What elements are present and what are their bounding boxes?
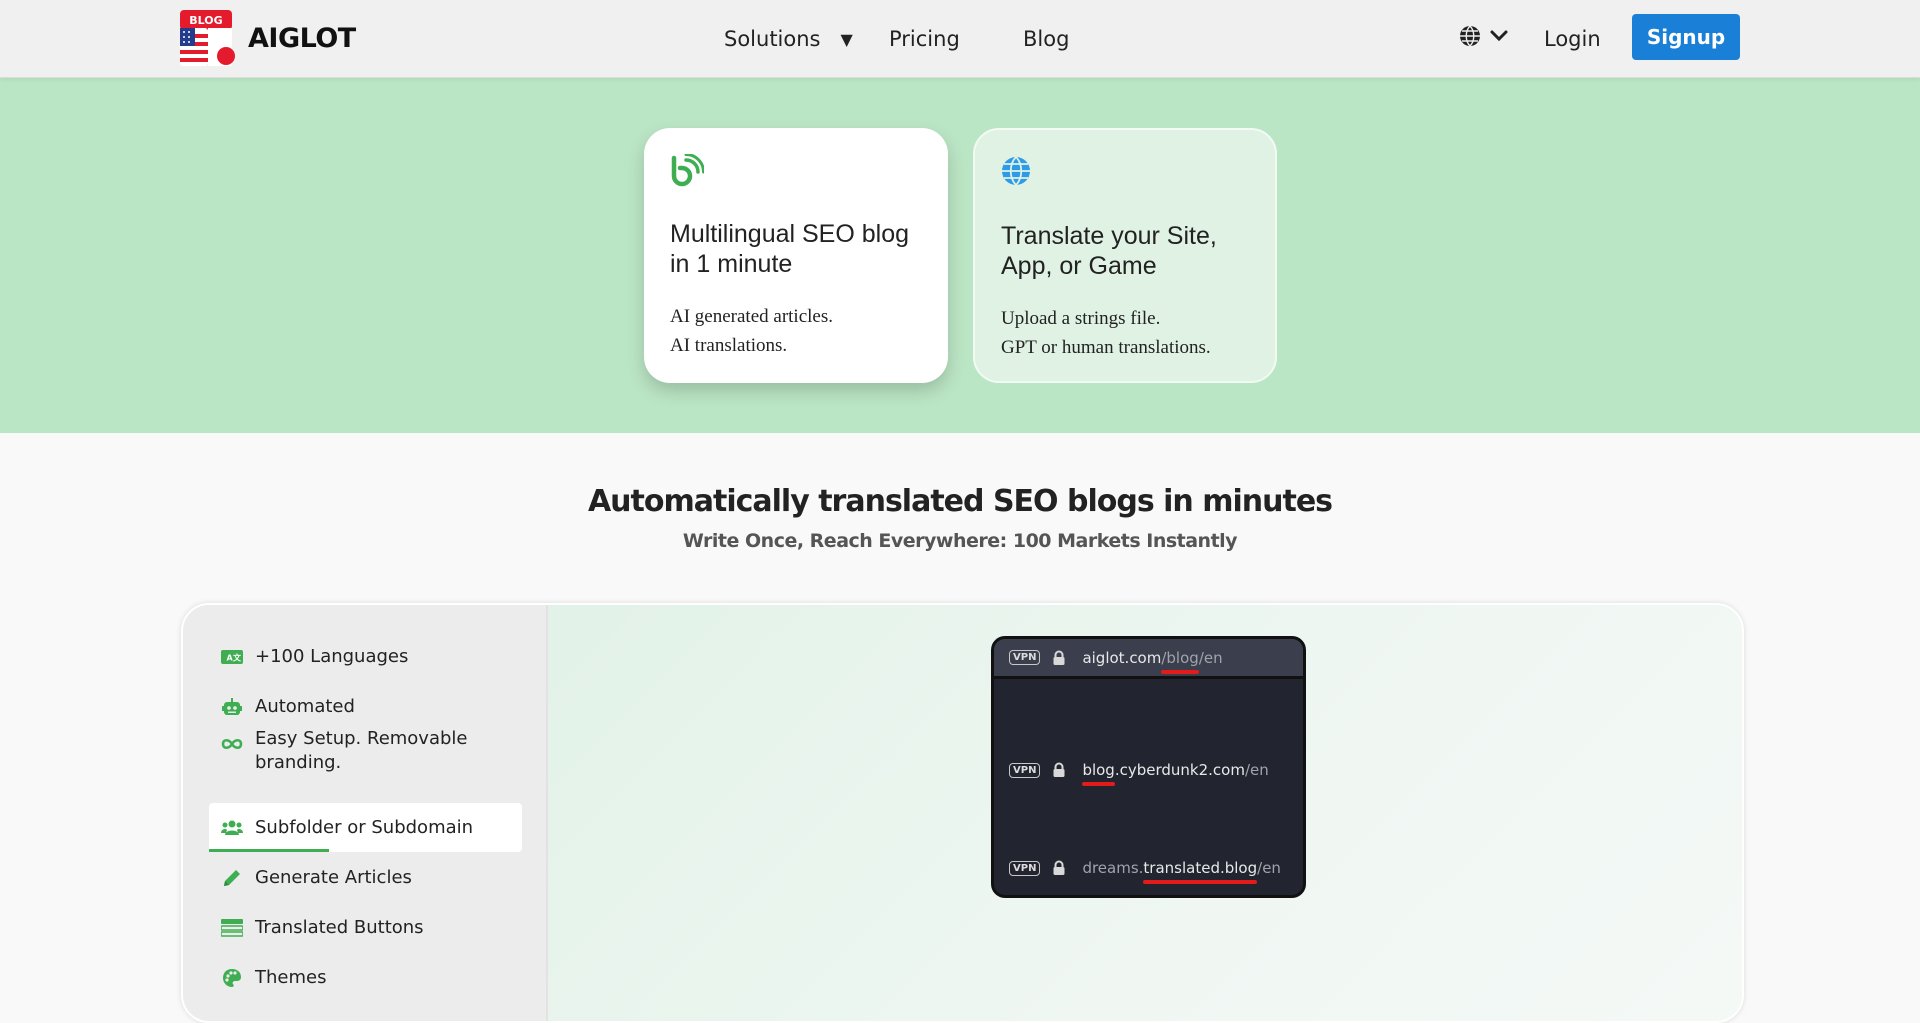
card-description: AI generated articles. AI translations. [670, 302, 922, 360]
card-desc-line: AI generated articles. [670, 306, 833, 327]
caret-down-icon: ▼ [840, 29, 853, 49]
logo-icon: BLOG [180, 10, 238, 66]
hero-section: Multilingual SEO blog in 1 minute AI gen… [0, 78, 1920, 433]
nav-solutions[interactable]: Solutions ▼ [724, 0, 853, 78]
nav-solutions-label: Solutions [724, 27, 821, 51]
feature-easy-setup[interactable]: Easy Setup. Removable branding. [209, 727, 522, 787]
palette-icon [221, 967, 243, 989]
url-row-subdomain: VPN blog.cyberdunk2.com/en [994, 750, 1303, 790]
features-panel: A文 +100 Languages Automated Easy Setup. … [181, 603, 1744, 1023]
card-translate-site[interactable]: Translate your Site, App, or Game Upload… [973, 128, 1277, 383]
language-selector[interactable] [1458, 24, 1510, 48]
signup-button[interactable]: Signup [1632, 14, 1740, 60]
nav-blog[interactable]: Blog [1023, 0, 1069, 78]
url-text: aiglot.com/blog/en [1082, 648, 1223, 667]
feature-label: Easy Setup. Removable branding. [255, 728, 468, 773]
globe-icon [1002, 156, 1030, 186]
feature-themes[interactable]: Themes [209, 953, 522, 1002]
url-row-custom-domain: VPN dreams.translated.blog/en [994, 848, 1303, 888]
section-title: Automatically translated SEO blogs in mi… [587, 484, 1333, 519]
active-indicator [209, 849, 329, 852]
globe-icon [1460, 25, 1480, 47]
logo-text: AIGLOT [248, 22, 356, 54]
feature-label: +100 Languages [255, 645, 409, 667]
url-row-subfolder: VPN aiglot.com/blog/en [994, 639, 1303, 679]
lock-icon [1053, 650, 1065, 665]
feature-label: Translated Buttons [255, 916, 424, 938]
card-desc-line: GPT or human translations. [1001, 337, 1211, 358]
infinity-icon [221, 733, 243, 755]
vpn-badge: VPN [1009, 650, 1041, 665]
feature-subfolder-subdomain[interactable]: Subfolder or Subdomain [209, 803, 522, 852]
logo[interactable]: BLOG AIGLOT [180, 10, 356, 66]
logo-badge-text: BLOG [189, 14, 222, 27]
feature-translated-buttons[interactable]: Translated Buttons [209, 903, 522, 952]
section-subtitle: Write Once, Reach Everywhere: 100 Market… [682, 530, 1238, 552]
lock-icon [1053, 762, 1065, 777]
feature-label: Subfolder or Subdomain [255, 816, 474, 838]
chevron-down-icon [1490, 30, 1508, 42]
card-desc-line: Upload a strings file. [1001, 308, 1161, 329]
lock-icon [1053, 860, 1065, 875]
feature-label: Generate Articles [255, 866, 412, 888]
feature-list: A文 +100 Languages Automated Easy Setup. … [183, 605, 548, 1021]
feature-languages[interactable]: A文 +100 Languages [209, 632, 522, 681]
users-icon [221, 817, 243, 839]
vpn-badge: VPN [1009, 762, 1041, 778]
nav-pricing[interactable]: Pricing [889, 0, 960, 78]
card-title: Translate your Site, App, or Game [1001, 222, 1217, 280]
card-desc-line: AI translations. [670, 335, 788, 356]
card-title: Multilingual SEO blog in 1 minute [670, 220, 910, 278]
url-text: dreams.translated.blog/en [1082, 859, 1281, 877]
vpn-badge: VPN [1009, 860, 1041, 876]
svg-text:文: 文 [233, 652, 242, 662]
pencil-icon [221, 867, 243, 889]
blog-icon [671, 153, 705, 187]
feature-preview: VPN aiglot.com/blog/en VPN blog.cyberdun… [548, 605, 1742, 1021]
feature-generate-articles[interactable]: Generate Articles [209, 853, 522, 902]
feature-automated[interactable]: Automated [209, 682, 522, 731]
card-description: Upload a strings file. GPT or human tran… [1001, 304, 1249, 362]
robot-icon [221, 696, 243, 718]
url-examples-screenshot: VPN aiglot.com/blog/en VPN blog.cyberdun… [991, 636, 1306, 898]
url-text: blog.cyberdunk2.com/en [1082, 761, 1269, 779]
card-seo-blog[interactable]: Multilingual SEO blog in 1 minute AI gen… [644, 128, 948, 383]
feature-label: Themes [255, 966, 327, 988]
login-link[interactable]: Login [1544, 0, 1601, 78]
translate-icon: A文 [221, 646, 243, 668]
feature-label: Automated [255, 695, 355, 717]
buttons-icon [221, 917, 243, 939]
site-header: BLOG AIGLOT Solutions ▼ Pricing Blog Log… [0, 0, 1920, 78]
